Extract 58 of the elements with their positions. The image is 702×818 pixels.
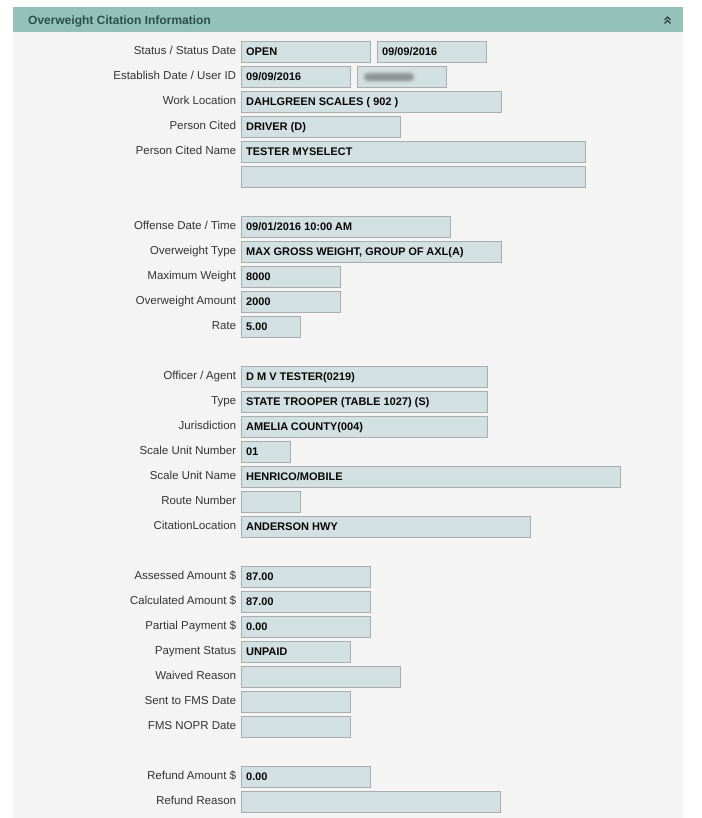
text-field[interactable]: 09/09/2016 [241,66,351,88]
text-field[interactable]: 09/09/2016 [377,41,487,63]
field-label: FMS NOPR Date [148,719,236,734]
blurred-text-icon [364,73,414,81]
field-label: Offense Date / Time [134,219,236,234]
panel-title: Overweight Citation Information [28,12,211,28]
text-field[interactable]: 2000 [241,291,341,313]
user-id-field[interactable] [357,66,447,88]
field-label: Type [211,394,236,410]
text-field[interactable]: HENRICO/MOBILE [241,466,621,488]
field-label: Overweight Amount [136,294,236,310]
field-label: Route Number [161,494,236,510]
field-label: Officer / Agent [163,369,236,384]
text-field[interactable]: 09/01/2016 10:00 AM [241,216,451,238]
text-field[interactable]: UNPAID [241,641,351,663]
text-field[interactable] [241,791,501,813]
field-label: Sent to FMS Date [144,694,236,710]
field-label: Refund Reason [156,794,236,810]
field-label: Maximum Weight [147,269,236,284]
field-label: Status / Status Date [134,44,236,60]
field-label: Calculated Amount $ [130,594,236,610]
field-label: Person Cited Name [136,144,236,160]
field-label: Overweight Type [150,244,236,260]
text-field[interactable]: 5.00 [241,316,301,338]
text-field[interactable]: 0.00 [241,616,371,638]
text-field[interactable]: MAX GROSS WEIGHT, GROUP OF AXL(A) [241,241,502,263]
text-field[interactable] [241,166,586,188]
text-field[interactable]: AMELIA COUNTY(004) [241,416,488,438]
text-field[interactable] [241,666,401,688]
text-field[interactable]: 87.00 [241,566,371,588]
field-label: Scale Unit Number [139,444,236,460]
text-field[interactable] [241,691,351,713]
text-field[interactable]: STATE TROOPER (TABLE 1027) (S) [241,391,488,413]
collapse-icon[interactable] [664,16,671,24]
text-field[interactable]: 87.00 [241,591,371,613]
text-field[interactable]: DRIVER (D) [241,116,401,138]
field-label: Payment Status [154,644,236,660]
text-field[interactable]: 01 [241,441,291,463]
text-field[interactable]: DAHLGREEN SCALES ( 902 ) [241,91,502,113]
field-label: Establish Date / User ID [113,69,236,84]
field-label: Rate [212,319,236,334]
field-label: Refund Amount $ [147,769,236,784]
field-label: Waived Reason [155,669,236,684]
text-field[interactable]: D M V TESTER(0219) [241,366,488,388]
field-label: Scale Unit Name [150,469,236,484]
text-field[interactable]: OPEN [241,41,371,63]
field-label: Assessed Amount $ [134,569,236,584]
field-label: CitationLocation [154,519,236,534]
field-label: Jurisdiction [178,419,236,434]
text-field[interactable]: TESTER MYSELECT [241,141,586,163]
field-label: Partial Payment $ [145,619,236,634]
text-field[interactable]: 8000 [241,266,341,288]
field-label: Person Cited [170,119,236,134]
text-field[interactable] [241,716,351,738]
text-field[interactable]: 0.00 [241,766,371,788]
text-field[interactable]: ANDERSON HWY [241,516,531,538]
field-label: Work Location [162,94,236,110]
text-field[interactable] [241,491,301,513]
